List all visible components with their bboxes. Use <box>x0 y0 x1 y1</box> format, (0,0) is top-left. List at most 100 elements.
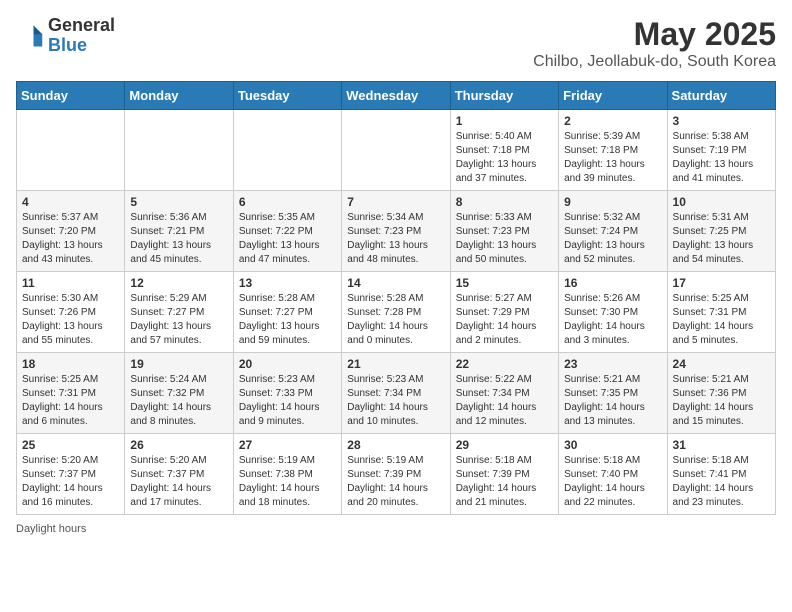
day-number: 13 <box>239 276 336 290</box>
day-info: Sunrise: 5:20 AM Sunset: 7:37 PM Dayligh… <box>130 454 227 510</box>
day-number: 24 <box>673 357 770 371</box>
day-number: 30 <box>564 438 661 452</box>
day-number: 7 <box>347 195 444 209</box>
day-number: 5 <box>130 195 227 209</box>
calendar-cell <box>342 110 450 191</box>
calendar-body: 1 Sunrise: 5:40 AM Sunset: 7:18 PM Daylig… <box>17 110 776 515</box>
week-row-4: 18Sunrise: 5:25 AM Sunset: 7:31 PM Dayli… <box>17 353 776 434</box>
calendar-cell: 19Sunrise: 5:24 AM Sunset: 7:32 PM Dayli… <box>125 353 233 434</box>
day-number: 3 <box>673 114 770 128</box>
title-area: May 2025 Chilbo, Jeollabuk-do, South Kor… <box>533 16 776 71</box>
calendar-cell: 27 Sunrise: 5:19 AM Sunset: 7:38 PM Dayli… <box>233 434 341 515</box>
day-info: Sunrise: 5:27 AM Sunset: 7:29 PM Dayligh… <box>456 292 553 348</box>
calendar-cell: 29Sunrise: 5:18 AM Sunset: 7:39 PM Dayli… <box>450 434 558 515</box>
calendar-cell: 11 Sunrise: 5:30 AM Sunset: 7:26 PM Dayli… <box>17 272 125 353</box>
day-number: 29 <box>456 438 553 452</box>
day-info: Sunrise: 5:35 AM Sunset: 7:22 PM Dayligh… <box>239 211 336 267</box>
day-info: Sunrise: 5:33 AM Sunset: 7:23 PM Dayligh… <box>456 211 553 267</box>
day-number: 17 <box>673 276 770 290</box>
day-number: 18 <box>22 357 119 371</box>
calendar-cell: 9Sunrise: 5:32 AM Sunset: 7:24 PM Daylig… <box>559 191 667 272</box>
calendar-cell: 17Sunrise: 5:25 AM Sunset: 7:31 PM Dayli… <box>667 272 775 353</box>
day-info: Sunrise: 5:23 AM Sunset: 7:33 PM Dayligh… <box>239 373 336 429</box>
day-info: Sunrise: 5:32 AM Sunset: 7:24 PM Dayligh… <box>564 211 661 267</box>
calendar-cell: 20 Sunrise: 5:23 AM Sunset: 7:33 PM Dayli… <box>233 353 341 434</box>
calendar-cell: 5 Sunrise: 5:36 AM Sunset: 7:21 PM Daylig… <box>125 191 233 272</box>
calendar-cell: 12Sunrise: 5:29 AM Sunset: 7:27 PM Dayli… <box>125 272 233 353</box>
day-info: Sunrise: 5:28 AM Sunset: 7:27 PM Dayligh… <box>239 292 336 348</box>
calendar-cell: 14Sunrise: 5:28 AM Sunset: 7:28 PM Dayli… <box>342 272 450 353</box>
logo-line1: General <box>48 16 115 36</box>
day-number: 22 <box>456 357 553 371</box>
week-row-1: 1 Sunrise: 5:40 AM Sunset: 7:18 PM Daylig… <box>17 110 776 191</box>
day-number: 6 <box>239 195 336 209</box>
day-number: 15 <box>456 276 553 290</box>
day-number: 31 <box>673 438 770 452</box>
calendar-cell: 21Sunrise: 5:23 AM Sunset: 7:34 PM Dayli… <box>342 353 450 434</box>
calendar-cell: 18Sunrise: 5:25 AM Sunset: 7:31 PM Dayli… <box>17 353 125 434</box>
day-number: 1 <box>456 114 553 128</box>
weekday-header-wednesday: Wednesday <box>342 82 450 110</box>
day-info: Sunrise: 5:22 AM Sunset: 7:34 PM Dayligh… <box>456 373 553 429</box>
day-info: Sunrise: 5:24 AM Sunset: 7:32 PM Dayligh… <box>130 373 227 429</box>
day-info: Sunrise: 5:19 AM Sunset: 7:39 PM Dayligh… <box>347 454 444 510</box>
day-number: 25 <box>22 438 119 452</box>
main-title: May 2025 <box>533 16 776 53</box>
calendar-cell: 6 Sunrise: 5:35 AM Sunset: 7:22 PM Daylig… <box>233 191 341 272</box>
day-info: Sunrise: 5:34 AM Sunset: 7:23 PM Dayligh… <box>347 211 444 267</box>
calendar-cell <box>233 110 341 191</box>
day-info: Sunrise: 5:26 AM Sunset: 7:30 PM Dayligh… <box>564 292 661 348</box>
calendar-cell: 8Sunrise: 5:33 AM Sunset: 7:23 PM Daylig… <box>450 191 558 272</box>
logo-icon <box>16 22 44 50</box>
calendar-cell: 22 Sunrise: 5:22 AM Sunset: 7:34 PM Dayli… <box>450 353 558 434</box>
day-info: Sunrise: 5:40 AM Sunset: 7:18 PM Dayligh… <box>456 130 553 186</box>
day-info: Sunrise: 5:30 AM Sunset: 7:26 PM Dayligh… <box>22 292 119 348</box>
calendar-cell: 28Sunrise: 5:19 AM Sunset: 7:39 PM Dayli… <box>342 434 450 515</box>
day-number: 20 <box>239 357 336 371</box>
day-number: 27 <box>239 438 336 452</box>
day-number: 16 <box>564 276 661 290</box>
calendar-cell: 1 Sunrise: 5:40 AM Sunset: 7:18 PM Daylig… <box>450 110 558 191</box>
day-info: Sunrise: 5:31 AM Sunset: 7:25 PM Dayligh… <box>673 211 770 267</box>
calendar-cell: 4 Sunrise: 5:37 AM Sunset: 7:20 PM Daylig… <box>17 191 125 272</box>
day-info: Sunrise: 5:21 AM Sunset: 7:35 PM Dayligh… <box>564 373 661 429</box>
logo: General Blue <box>16 16 115 56</box>
weekday-header-saturday: Saturday <box>667 82 775 110</box>
day-number: 21 <box>347 357 444 371</box>
day-info: Sunrise: 5:19 AM Sunset: 7:38 PM Dayligh… <box>239 454 336 510</box>
calendar-cell: 7 Sunrise: 5:34 AM Sunset: 7:23 PM Daylig… <box>342 191 450 272</box>
day-number: 26 <box>130 438 227 452</box>
day-info: Sunrise: 5:20 AM Sunset: 7:37 PM Dayligh… <box>22 454 119 510</box>
calendar-cell: 24 Sunrise: 5:21 AM Sunset: 7:36 PM Dayli… <box>667 353 775 434</box>
calendar-cell: 3 Sunrise: 5:38 AM Sunset: 7:19 PM Daylig… <box>667 110 775 191</box>
day-number: 2 <box>564 114 661 128</box>
day-info: Sunrise: 5:21 AM Sunset: 7:36 PM Dayligh… <box>673 373 770 429</box>
calendar-cell: 15 Sunrise: 5:27 AM Sunset: 7:29 PM Dayli… <box>450 272 558 353</box>
day-number: 14 <box>347 276 444 290</box>
week-row-5: 25 Sunrise: 5:20 AM Sunset: 7:37 PM Dayli… <box>17 434 776 515</box>
day-info: Sunrise: 5:38 AM Sunset: 7:19 PM Dayligh… <box>673 130 770 186</box>
weekday-header-sunday: Sunday <box>17 82 125 110</box>
weekday-header-row: SundayMondayTuesdayWednesdayThursdayFrid… <box>17 82 776 110</box>
header: General Blue May 2025 Chilbo, Jeollabuk-… <box>16 16 776 71</box>
calendar-cell: 31 Sunrise: 5:18 AM Sunset: 7:41 PM Dayli… <box>667 434 775 515</box>
weekday-header-tuesday: Tuesday <box>233 82 341 110</box>
calendar-cell <box>17 110 125 191</box>
day-number: 11 <box>22 276 119 290</box>
calendar: SundayMondayTuesdayWednesdayThursdayFrid… <box>16 81 776 515</box>
week-row-2: 4 Sunrise: 5:37 AM Sunset: 7:20 PM Daylig… <box>17 191 776 272</box>
calendar-cell: 25 Sunrise: 5:20 AM Sunset: 7:37 PM Dayli… <box>17 434 125 515</box>
calendar-cell: 26 Sunrise: 5:20 AM Sunset: 7:37 PM Dayli… <box>125 434 233 515</box>
weekday-header-thursday: Thursday <box>450 82 558 110</box>
day-number: 4 <box>22 195 119 209</box>
day-info: Sunrise: 5:18 AM Sunset: 7:40 PM Dayligh… <box>564 454 661 510</box>
day-info: Sunrise: 5:18 AM Sunset: 7:41 PM Dayligh… <box>673 454 770 510</box>
day-info: Sunrise: 5:37 AM Sunset: 7:20 PM Dayligh… <box>22 211 119 267</box>
day-number: 23 <box>564 357 661 371</box>
week-row-3: 11 Sunrise: 5:30 AM Sunset: 7:26 PM Dayli… <box>17 272 776 353</box>
logo-line2: Blue <box>48 36 115 56</box>
calendar-cell: 10Sunrise: 5:31 AM Sunset: 7:25 PM Dayli… <box>667 191 775 272</box>
calendar-header: SundayMondayTuesdayWednesdayThursdayFrid… <box>17 82 776 110</box>
day-info: Sunrise: 5:36 AM Sunset: 7:21 PM Dayligh… <box>130 211 227 267</box>
weekday-header-monday: Monday <box>125 82 233 110</box>
